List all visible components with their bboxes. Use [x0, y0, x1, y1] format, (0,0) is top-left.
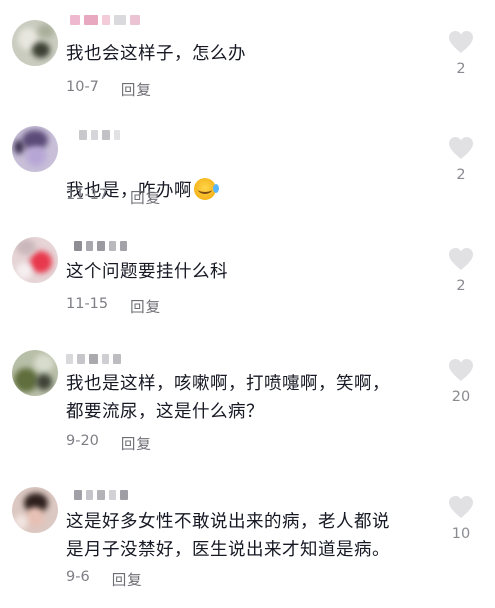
heart-icon: [449, 137, 473, 159]
reply-button[interactable]: 回复: [130, 187, 161, 208]
like-button[interactable]: 2: [446, 30, 476, 77]
reply-button[interactable]: 回复: [130, 296, 161, 317]
comment-meta: 10-7 回复: [66, 79, 152, 100]
reply-button[interactable]: 回复: [121, 433, 152, 454]
heart-icon: [449, 359, 473, 381]
reply-button[interactable]: 回复: [112, 569, 143, 590]
heart-icon: [449, 31, 473, 53]
avatar[interactable]: [12, 350, 58, 396]
username[interactable]: [70, 13, 140, 27]
heart-icon: [449, 496, 473, 518]
avatar[interactable]: [12, 126, 58, 172]
avatar[interactable]: [12, 487, 58, 533]
comment-meta: 11-17 回复: [66, 187, 161, 208]
like-count: 20: [451, 389, 471, 405]
laughing-crying-emoji-icon: [194, 178, 219, 200]
username[interactable]: [79, 128, 120, 142]
comment-meta: 9-20 回复: [66, 433, 152, 454]
like-count: 10: [451, 526, 471, 542]
username[interactable]: [74, 239, 127, 253]
like-count: 2: [456, 167, 466, 183]
comment-text: 我也会这样子，怎么办: [66, 44, 246, 64]
comment-meta: 9-6 回复: [66, 569, 143, 590]
username[interactable]: [66, 352, 121, 366]
comment-meta: 11-15 回复: [66, 296, 161, 317]
comment-text: 这个问题要挂什么科: [66, 262, 228, 282]
comment-text: 这是好多女性不敢说出来的病，老人都说 是月子没禁好，医生说出来才知道是病。: [66, 512, 390, 560]
heart-icon: [449, 248, 473, 270]
like-count: 2: [456, 61, 466, 77]
comment-date: 11-17: [66, 187, 109, 203]
avatar[interactable]: [12, 237, 58, 283]
reply-button[interactable]: 回复: [121, 79, 152, 100]
comment-date: 11-15: [66, 296, 109, 312]
like-button[interactable]: 2: [446, 247, 476, 294]
comment-date: 10-7: [66, 79, 99, 95]
avatar[interactable]: [12, 20, 58, 66]
comment-text: 我也是这样，咳嗽啊，打喷嚏啊，笑啊， 都要流尿，这是什么病？: [66, 374, 390, 422]
comment-date: 9-6: [66, 569, 90, 585]
like-count: 2: [456, 278, 466, 294]
like-button[interactable]: 2: [446, 136, 476, 183]
username[interactable]: [74, 488, 128, 502]
comment-date: 9-20: [66, 433, 99, 449]
like-button[interactable]: 10: [446, 495, 476, 542]
like-button[interactable]: 20: [446, 358, 476, 405]
